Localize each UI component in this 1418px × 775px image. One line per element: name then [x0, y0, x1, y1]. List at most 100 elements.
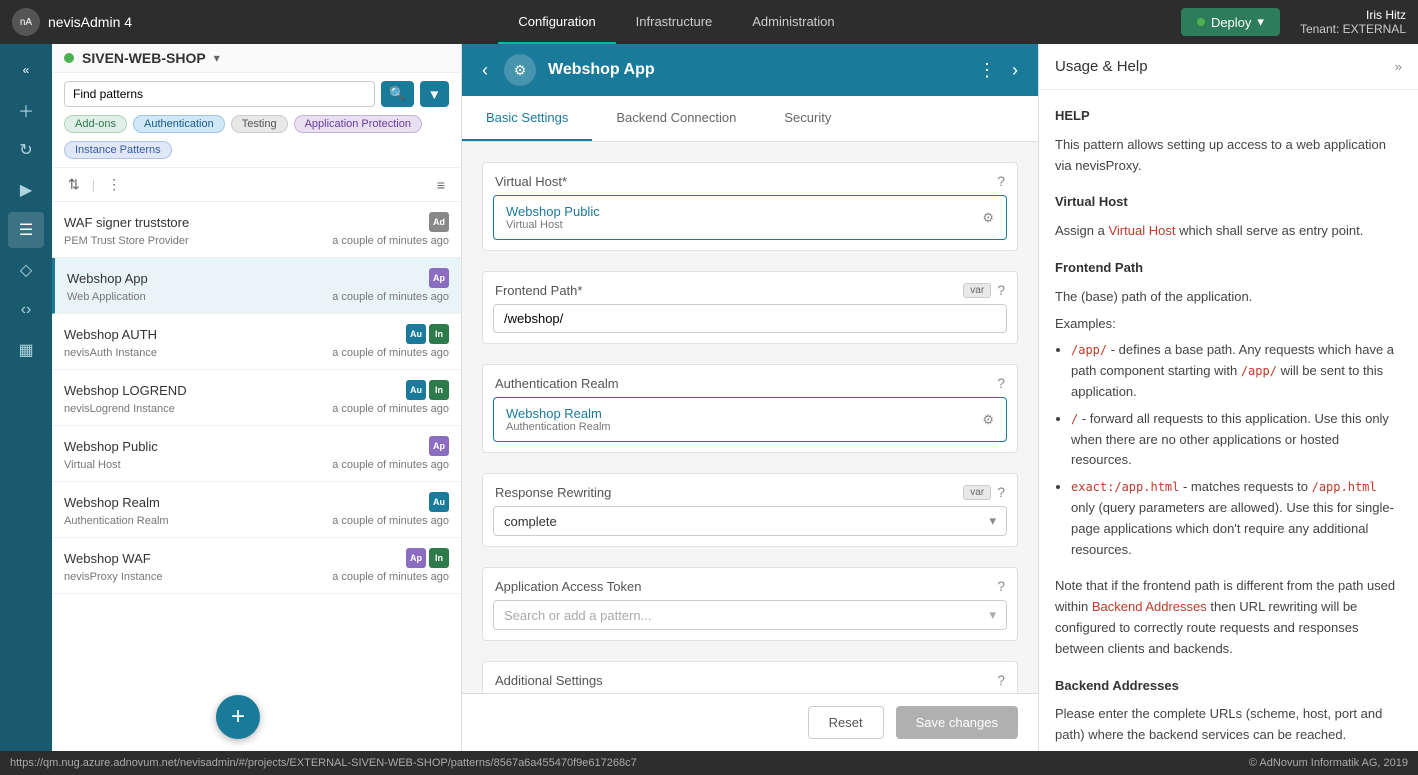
tab-basic-settings[interactable]: Basic Settings [462, 96, 592, 141]
badge-ap: Ap [429, 436, 449, 456]
virtual-host-field-header: Virtual Host* ? [483, 163, 1017, 195]
deploy-chevron-icon: ▾ [1257, 14, 1264, 30]
response-rewriting-select[interactable]: complete ▾ [493, 506, 1007, 536]
add-pattern-button[interactable]: + [216, 695, 260, 739]
pattern-item[interactable]: WAF signer truststore Ad PEM Trust Store… [52, 202, 461, 258]
deploy-status-dot [1197, 18, 1205, 26]
reset-button[interactable]: Reset [808, 706, 884, 739]
virtual-host-settings-icon[interactable]: ⚙ [982, 210, 994, 226]
nav-tab-infrastructure[interactable]: Infrastructure [616, 0, 733, 44]
sidebar-play-icon[interactable]: ▶ [8, 172, 44, 208]
auth-realm-sub: Authentication Realm [506, 421, 611, 433]
user-info[interactable]: Iris Hitz Tenant: EXTERNAL [1300, 8, 1406, 36]
help-examples-label: Examples: [1055, 314, 1402, 335]
config-prev-icon[interactable]: ‹ [478, 56, 492, 85]
auth-realm-help-icon[interactable]: ? [997, 375, 1005, 391]
config-header: ‹ ⚙ Webshop App ⋮ › [462, 44, 1038, 96]
tag-authentication[interactable]: Authentication [133, 115, 225, 133]
help-panel: Usage & Help » HELP This pattern allows … [1038, 44, 1418, 751]
patterns-list: WAF signer truststore Ad PEM Trust Store… [52, 202, 461, 751]
help-content: HELP This pattern allows setting up acce… [1039, 90, 1418, 751]
sidebar-clipboard-icon[interactable]: ☰ [8, 212, 44, 248]
project-bar: SIVEN-WEB-SHOP ▾ [52, 44, 461, 73]
frontend-path-help-icon[interactable]: ? [997, 282, 1005, 298]
tab-backend-connection[interactable]: Backend Connection [592, 96, 760, 141]
config-next-icon[interactable]: › [1008, 56, 1022, 85]
list-view-icon[interactable]: ≡ [433, 173, 449, 197]
help-intro-text: This pattern allows setting up access to… [1055, 135, 1402, 177]
sidebar-sync-icon[interactable]: ↻ [8, 132, 44, 168]
pattern-item-header: Webshop Public Ap [64, 436, 449, 456]
help-example-1: /app/ - defines a base path. Any request… [1071, 340, 1402, 402]
url-text: https://qm.nug.azure.adnovum.net/nevisad… [10, 757, 637, 769]
pattern-name: Webshop Realm [64, 495, 160, 510]
pattern-item[interactable]: Webshop WAF Ap In nevisProxy Instance a … [52, 538, 461, 594]
sidebar-expand-icon[interactable]: « [8, 52, 44, 88]
tag-add-ons[interactable]: Add-ons [64, 115, 127, 133]
tag-testing[interactable]: Testing [231, 115, 288, 133]
virtual-host-value[interactable]: Webshop Public Virtual Host ⚙ [493, 195, 1007, 240]
config-icon: ⚙ [504, 54, 536, 86]
app-access-token-search[interactable]: Search or add a pattern... ▾ [493, 600, 1007, 630]
save-button[interactable]: Save changes [896, 706, 1018, 739]
url-bar: https://qm.nug.azure.adnovum.net/nevisad… [0, 751, 1418, 775]
app-access-token-help-icon[interactable]: ? [997, 578, 1005, 594]
config-content: Virtual Host* ? Webshop Public Virtual H… [462, 142, 1038, 693]
help-virtual-host-title: Virtual Host [1055, 192, 1402, 213]
auth-realm-label: Authentication Realm [495, 376, 619, 391]
app-access-token-label: Application Access Token [495, 579, 641, 594]
badge-ad: Ad [429, 212, 449, 232]
pattern-item[interactable]: Webshop App Ap Web Application a couple … [52, 258, 461, 314]
pattern-item[interactable]: Webshop Public Ap Virtual Host a couple … [52, 426, 461, 482]
response-rewriting-help-icon[interactable]: ? [997, 484, 1005, 500]
response-rewriting-label: Response Rewriting [495, 485, 611, 500]
help-header-bar: Usage & Help » [1039, 44, 1418, 90]
virtual-host-link[interactable]: Virtual Host [1108, 223, 1175, 238]
app-name: nevisAdmin 4 [48, 14, 132, 30]
filter-button[interactable]: ▼ [420, 81, 449, 107]
backend-addresses-link-1[interactable]: Backend Addresses [1092, 599, 1207, 614]
virtual-host-help-icon[interactable]: ? [997, 173, 1005, 189]
help-expand-icon[interactable]: » [1395, 59, 1402, 74]
additional-settings-help-icon[interactable]: ? [997, 672, 1005, 688]
auth-realm-settings-icon[interactable]: ⚙ [982, 412, 994, 428]
config-menu-icon[interactable]: ⋮ [978, 60, 996, 81]
tag-instance[interactable]: Instance Patterns [64, 141, 172, 159]
virtual-host-sub: Virtual Host [506, 219, 600, 231]
project-dropdown-icon[interactable]: ▾ [214, 51, 220, 65]
additional-settings-field-group: Additional Settings ? Search or add a pa… [482, 661, 1018, 693]
sort-icon[interactable]: ⇅ [64, 172, 84, 197]
deploy-button[interactable]: Deploy ▾ [1181, 8, 1280, 36]
pattern-item[interactable]: Webshop LOGREND Au In nevisLogrend Insta… [52, 370, 461, 426]
sidebar-chevron-lr-icon[interactable]: ‹› [8, 292, 44, 328]
pattern-sub: Authentication Realm a couple of minutes… [64, 515, 449, 527]
sidebar-add-icon[interactable]: ＋ [8, 92, 44, 128]
nav-tab-configuration[interactable]: Configuration [498, 0, 615, 44]
pattern-name: Webshop WAF [64, 551, 151, 566]
nav-tab-administration[interactable]: Administration [732, 0, 854, 44]
frontend-path-input[interactable] [493, 304, 1007, 333]
more-options-icon[interactable]: ⋮ [103, 172, 125, 197]
pattern-name: Webshop AUTH [64, 327, 157, 342]
help-example-2: / - forward all requests to this applica… [1071, 409, 1402, 471]
pattern-item[interactable]: Webshop AUTH Au In nevisAuth Instance a … [52, 314, 461, 370]
sidebar-chart-icon[interactable]: ▦ [8, 332, 44, 368]
tag-app-protection[interactable]: Application Protection [294, 115, 422, 133]
search-input[interactable] [64, 81, 375, 107]
help-backend-addresses-title: Backend Addresses [1055, 676, 1402, 697]
search-button[interactable]: 🔍 [381, 81, 414, 107]
pattern-item[interactable]: Webshop Realm Au Authentication Realm a … [52, 482, 461, 538]
pattern-name: WAF signer truststore [64, 215, 189, 230]
nav-tabs: Configuration Infrastructure Administrat… [172, 0, 1181, 44]
help-virtual-host-section: Virtual Host Assign a Virtual Host which… [1055, 192, 1402, 242]
app-access-token-dropdown-icon: ▾ [989, 607, 996, 623]
auth-realm-value[interactable]: Webshop Realm Authentication Realm ⚙ [493, 397, 1007, 442]
tab-security[interactable]: Security [760, 96, 855, 141]
sidebar-tag-icon[interactable]: ◇ [8, 252, 44, 288]
config-title: Webshop App [548, 61, 966, 79]
patterns-panel: SIVEN-WEB-SHOP ▾ 🔍 ▼ Add-ons Authenticat… [52, 44, 462, 751]
auth-realm-field-group: Authentication Realm ? Webshop Realm Aut… [482, 364, 1018, 453]
pattern-sub: nevisLogrend Instance a couple of minute… [64, 403, 449, 415]
version-text: © AdNovum Informatik AG, 2019 [1249, 757, 1408, 769]
config-tabs: Basic Settings Backend Connection Securi… [462, 96, 1038, 142]
